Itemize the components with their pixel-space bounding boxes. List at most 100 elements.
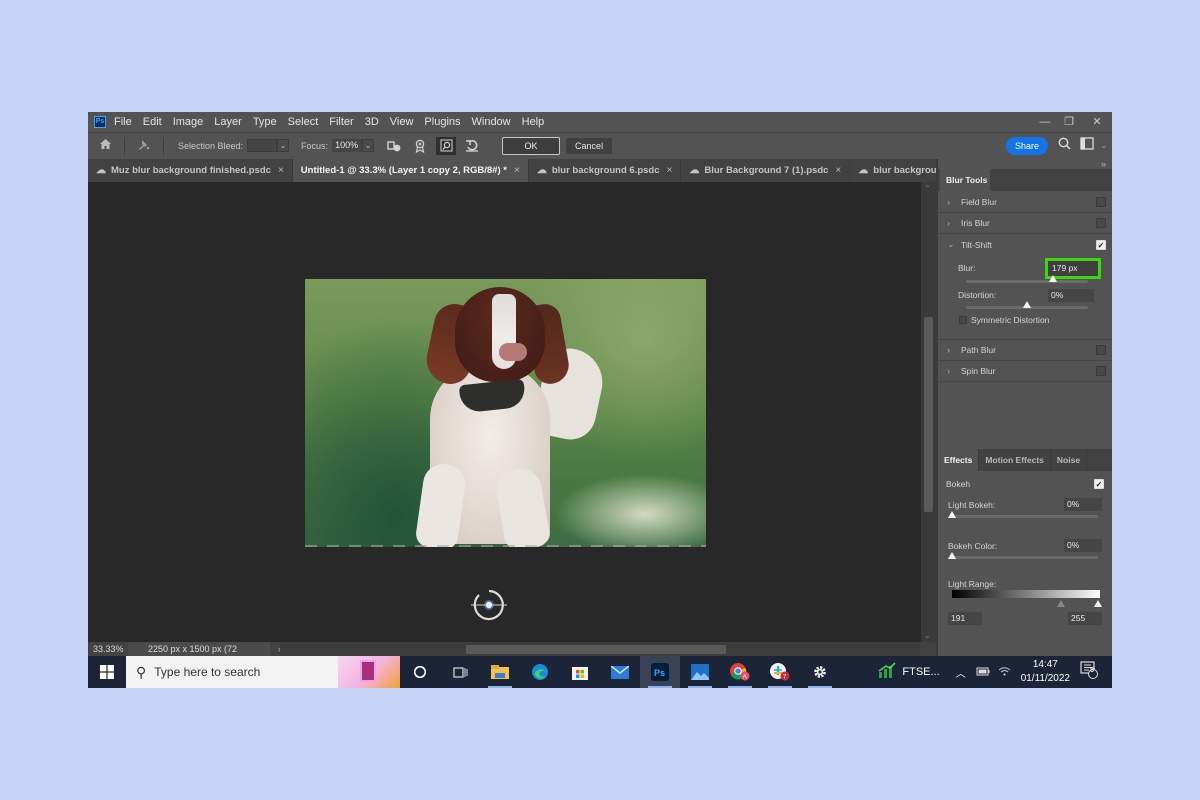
close-tab-icon[interactable]: × bbox=[514, 165, 520, 176]
horizontal-scrollbar[interactable] bbox=[280, 642, 920, 656]
chevron-down-icon[interactable]: ⌄ bbox=[947, 239, 959, 250]
field-blur-checkbox[interactable] bbox=[1096, 197, 1106, 207]
zoom-level[interactable]: 33.33% bbox=[88, 644, 128, 654]
ok-button[interactable]: OK bbox=[502, 136, 561, 155]
tab-muz-blur-background-finished[interactable]: ☁ Muz blur background finished.psdc × bbox=[88, 159, 293, 182]
tab-untitled-1[interactable]: Untitled-1 @ 33.3% (Layer 1 copy 2, RGB/… bbox=[292, 159, 529, 182]
mail-icon[interactable] bbox=[600, 656, 640, 688]
share-button[interactable]: Share bbox=[1006, 137, 1048, 155]
close-tab-icon[interactable]: × bbox=[667, 165, 673, 176]
show-hidden-icons[interactable]: ︿ bbox=[956, 665, 966, 680]
horizontal-scroll-thumb[interactable] bbox=[466, 645, 726, 654]
photoshop-taskbar-icon[interactable]: Ps bbox=[640, 656, 680, 688]
chevron-right-icon[interactable]: › bbox=[947, 197, 959, 207]
bokeh-checkbox[interactable]: ✓ bbox=[1094, 479, 1104, 489]
light-bokeh-slider[interactable] bbox=[950, 515, 1098, 518]
search-icon[interactable] bbox=[1058, 137, 1071, 153]
reset-icon[interactable] bbox=[462, 137, 482, 155]
light-range-high-knob[interactable] bbox=[1094, 600, 1102, 607]
collapse-panel-icon[interactable]: » bbox=[1101, 159, 1106, 169]
settings-icon[interactable] bbox=[800, 656, 840, 688]
start-button[interactable] bbox=[88, 656, 126, 688]
blur-item-path-blur[interactable]: › Path Blur bbox=[938, 340, 1112, 361]
distortion-slider-knob[interactable] bbox=[1023, 301, 1031, 308]
iris-blur-checkbox[interactable] bbox=[1096, 218, 1106, 228]
menu-filter[interactable]: Filter bbox=[329, 116, 353, 128]
bokeh-color-field[interactable]: 0% bbox=[1064, 539, 1102, 552]
blur-item-tilt-shift[interactable]: ⌄ Tilt-Shift ✓ bbox=[938, 234, 1112, 255]
pin-tool-icon[interactable] bbox=[131, 138, 157, 154]
vertical-scroll-thumb[interactable] bbox=[924, 317, 933, 512]
photos-icon[interactable] bbox=[680, 656, 720, 688]
menu-select[interactable]: Select bbox=[288, 116, 319, 128]
minimize-button[interactable]: — bbox=[1034, 112, 1056, 131]
menu-3d[interactable]: 3D bbox=[365, 116, 379, 128]
workspace-icon[interactable] bbox=[1080, 137, 1094, 153]
stock-chart-icon[interactable] bbox=[878, 661, 896, 683]
canvas-area[interactable] bbox=[88, 182, 921, 642]
tab-noise[interactable]: Noise bbox=[1051, 449, 1088, 471]
menu-edit[interactable]: Edit bbox=[143, 116, 162, 128]
ftse-ticker[interactable]: FTSE... bbox=[902, 666, 939, 678]
tab-motion-effects[interactable]: Motion Effects bbox=[979, 449, 1051, 471]
task-view-icon[interactable] bbox=[440, 656, 480, 688]
chevron-right-icon[interactable]: › bbox=[947, 218, 959, 228]
vertical-scrollbar[interactable]: ⌃ ⌄ bbox=[921, 182, 936, 642]
tilt-shift-line[interactable] bbox=[305, 545, 706, 547]
workspace-dropdown-icon[interactable]: ⌄ bbox=[1100, 140, 1108, 151]
path-blur-checkbox[interactable] bbox=[1096, 345, 1106, 355]
symmetric-distortion-checkbox[interactable] bbox=[959, 316, 967, 324]
cancel-button[interactable]: Cancel bbox=[566, 137, 613, 154]
focus-field[interactable]: 100% bbox=[332, 139, 363, 152]
light-range-low-knob[interactable] bbox=[1057, 600, 1065, 607]
save-mask-icon[interactable] bbox=[384, 137, 404, 155]
home-icon[interactable] bbox=[92, 138, 118, 153]
menu-window[interactable]: Window bbox=[472, 116, 511, 128]
clock[interactable]: 14:47 01/11/2022 bbox=[1021, 658, 1070, 686]
wifi-icon[interactable] bbox=[998, 663, 1011, 681]
close-button[interactable]: ✕ bbox=[1082, 112, 1112, 131]
spin-blur-checkbox[interactable] bbox=[1096, 366, 1106, 376]
microsoft-store-icon[interactable] bbox=[560, 656, 600, 688]
chevron-right-icon[interactable]: › bbox=[947, 366, 959, 376]
blur-slider-knob[interactable] bbox=[1048, 275, 1057, 282]
preview-icon[interactable] bbox=[436, 136, 457, 155]
blur-item-spin-blur[interactable]: › Spin Blur bbox=[938, 361, 1112, 382]
bokeh-color-slider[interactable] bbox=[950, 556, 1098, 559]
menu-type[interactable]: Type bbox=[253, 116, 277, 128]
menu-file[interactable]: File bbox=[114, 116, 132, 128]
edge-icon[interactable] bbox=[520, 656, 560, 688]
menu-layer[interactable]: Layer bbox=[214, 116, 242, 128]
menu-plugins[interactable]: Plugins bbox=[424, 116, 460, 128]
light-bokeh-field[interactable]: 0% bbox=[1064, 498, 1102, 511]
menu-view[interactable]: View bbox=[390, 116, 414, 128]
chevron-right-icon[interactable]: › bbox=[947, 345, 959, 355]
bokeh-color-knob[interactable] bbox=[948, 552, 956, 559]
cortana-icon[interactable] bbox=[400, 656, 440, 688]
blur-tools-tab[interactable]: Blur Tools bbox=[940, 169, 990, 191]
blur-pin-control[interactable] bbox=[471, 587, 507, 623]
tilt-shift-checkbox[interactable]: ✓ bbox=[1096, 239, 1106, 250]
scroll-up-icon[interactable]: ⌃ bbox=[924, 184, 931, 193]
scroll-down-icon[interactable]: ⌄ bbox=[924, 631, 931, 640]
taskbar-search[interactable]: ⚲ Type here to search bbox=[126, 656, 400, 688]
selection-bleed-dropdown[interactable]: ⌄ bbox=[277, 139, 290, 152]
blur-item-field-blur[interactable]: › Field Blur bbox=[938, 192, 1112, 213]
selection-bleed-field[interactable] bbox=[247, 139, 278, 152]
tab-blur-background-6[interactable]: ☁ blur background 6.psdc × bbox=[528, 159, 682, 182]
close-tab-icon[interactable]: × bbox=[278, 165, 284, 176]
high-quality-icon[interactable] bbox=[410, 137, 430, 155]
blur-item-iris-blur[interactable]: › Iris Blur bbox=[938, 213, 1112, 234]
tab-blur-background-7[interactable]: ☁ Blur Background 7 (1).psdc × bbox=[681, 159, 851, 182]
notifications-icon[interactable]: 8 bbox=[1080, 660, 1098, 684]
battery-icon[interactable] bbox=[976, 663, 990, 681]
slack-icon[interactable]: 7 bbox=[760, 656, 800, 688]
menu-image[interactable]: Image bbox=[173, 116, 204, 128]
menu-help[interactable]: Help bbox=[522, 116, 545, 128]
tab-effects[interactable]: Effects bbox=[938, 449, 980, 471]
blur-slider[interactable] bbox=[966, 280, 1088, 283]
restore-button[interactable]: ❐ bbox=[1058, 112, 1080, 131]
light-bokeh-knob[interactable] bbox=[948, 511, 956, 518]
distortion-field[interactable]: 0% bbox=[1048, 289, 1094, 302]
chrome-icon[interactable]: A bbox=[720, 656, 760, 688]
